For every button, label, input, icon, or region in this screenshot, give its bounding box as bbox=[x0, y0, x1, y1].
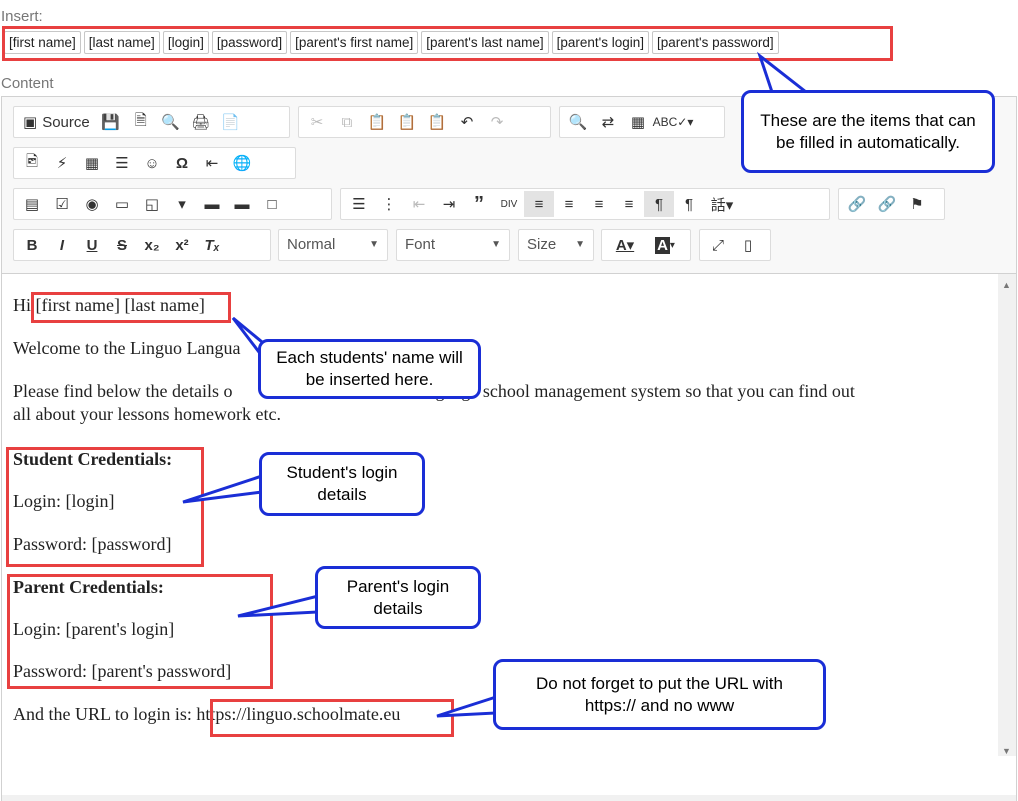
items-pointer bbox=[757, 51, 811, 94]
student-pointer bbox=[182, 473, 264, 504]
parent-pointer bbox=[237, 594, 320, 618]
callout-url: Do not forget to put the URL with https:… bbox=[493, 659, 826, 730]
callout-name: Each students' name will be inserted her… bbox=[258, 339, 481, 399]
callout-parent: Parent's login details bbox=[315, 566, 481, 629]
callout-student: Student's login details bbox=[259, 452, 425, 516]
callout-items: These are the items that can be filled i… bbox=[741, 90, 995, 173]
url-pointer bbox=[436, 694, 498, 718]
